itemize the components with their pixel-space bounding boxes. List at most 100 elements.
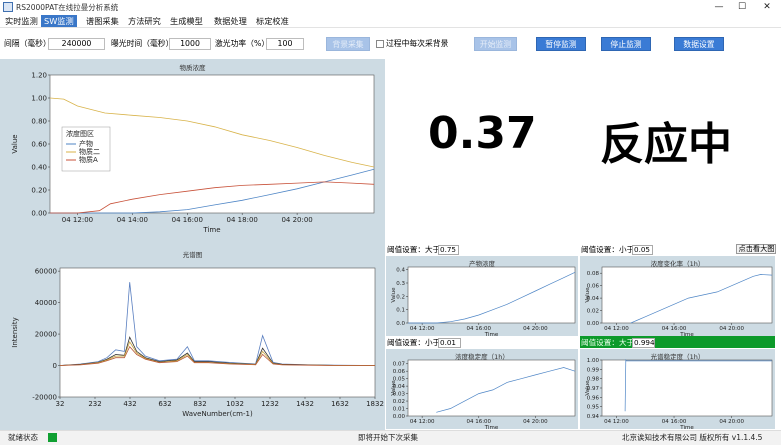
conc-rate-panel: 浓度变化率（1h） 0.00 0.02 0.04 0.06 0.08 04 12:00 04… <box>580 256 775 336</box>
conc-stability-y-tick-label: 0.06 <box>393 369 406 375</box>
conc-rate-x-tick-label: 04 12:00 <box>604 326 629 332</box>
conc-stability-y-tick-label: 0.07 <box>393 362 406 368</box>
conc-stability-panel: 浓度稳定度（1h） 0.00 0.01 0.02 0.03 0.04 0.05 0.06 0.… <box>386 349 578 429</box>
spectrum-stability-chart: 0.940.950.960.970.980.991.0004 12:00 04 1… <box>585 358 773 429</box>
concentration-legend-item: 物质二 <box>79 147 100 156</box>
conc-rate-chart: 0.000.020.040.060.0804 12:00 04 16:00 04 2… <box>585 266 773 336</box>
spectrum-x-tick-label: 32 <box>56 400 65 408</box>
concentration-x-tick-label: 04 14:00 <box>117 216 148 224</box>
spectrum-x-tick-label: 232 <box>88 400 101 408</box>
spectrum-x-tick-label: 1632 <box>331 400 349 408</box>
conc-stability-x-tick-label: 04 12:00 <box>410 419 435 425</box>
threshold-top-right-input[interactable]: 0.05 <box>632 245 653 255</box>
conc-rate-plot-area <box>601 266 773 324</box>
concentration-y-tick-label: 1.20 <box>31 72 47 80</box>
conc-rate-y-tick-label: 0.02 <box>587 309 599 315</box>
product-conc-x-axis-label: Time <box>484 332 499 336</box>
menu-bar: 实时监测 SW监测 谱图采集 方法研究 生成模型 数据处理 标定校准 <box>0 14 781 28</box>
pause-monitor-button[interactable]: 暂停监测 <box>536 37 586 51</box>
product-conc-y-tick-label: 0.3 <box>396 281 405 287</box>
background-each-time-checkbox[interactable] <box>376 40 384 48</box>
spectrum-y-tick-label: 60000 <box>35 268 57 276</box>
copyright-text: 北京诶知技术有限公司 版权所有 v1.1.4.5 <box>622 433 763 442</box>
concentration-y-tick-label: 0.00 <box>31 210 47 218</box>
stop-monitor-button[interactable]: 停止监测 <box>601 37 651 51</box>
menu-item-realtime[interactable]: 实时监测 <box>2 15 41 27</box>
concentration-y-tick-label: 0.60 <box>31 141 47 149</box>
concentration-y-tick-label: 1.00 <box>31 95 47 103</box>
spectrum-stability-plot-area <box>601 359 773 417</box>
spectrum-x-tick-label: 1832 <box>366 400 384 408</box>
laser-power-label: 激光功率（%） <box>215 39 270 48</box>
spectrum-x-tick-label: 1232 <box>261 400 279 408</box>
spectrum-stability-y-tick-label: 0.95 <box>587 405 600 411</box>
menu-item-data-processing[interactable]: 数据处理 <box>211 15 250 27</box>
reaction-state: 反应中 <box>600 119 732 170</box>
product-conc-y-tick-label: 0.0 <box>396 321 405 327</box>
product-conc-y-tick-label: 0.2 <box>396 294 405 300</box>
menu-item-sw-monitor[interactable]: SW监测 <box>41 15 77 27</box>
conc-rate-y-tick-label: 0.00 <box>587 321 600 327</box>
spectrum-x-tick-label: 832 <box>193 400 206 408</box>
concentration-y-tick-label: 0.40 <box>31 164 47 172</box>
product-conc-y-tick-label: 0.4 <box>396 268 405 274</box>
status-led <box>48 433 57 442</box>
spectrum-y-axis-label: Intensity <box>11 317 19 347</box>
laser-power-input[interactable]: 100 <box>266 38 304 50</box>
conc-stability-plot-area <box>407 359 576 417</box>
spectrum-y-tick-label: 40000 <box>35 299 57 307</box>
background-each-time-label: 过程中每次采背景 <box>386 39 449 48</box>
zoom-button[interactable]: 点击看大图 <box>736 244 776 254</box>
conc-stability-chart: 0.000.010.020.030.040.050.060.0704 12:00… <box>391 359 576 429</box>
close-icon[interactable]: ✕ <box>760 1 774 13</box>
status-message: 即将开始下次采集 <box>358 433 418 442</box>
maximize-icon[interactable]: ☐ <box>735 1 749 13</box>
menu-item-method-research[interactable]: 方法研究 <box>125 15 164 27</box>
concentration-legend-title: 浓度图区 <box>66 129 94 138</box>
concentration-chart: 0.00 0.20 0.40 0.60 0.80 1.00 1.20 04 12:00 04 1… <box>11 72 375 234</box>
data-settings-button[interactable]: 数据设置 <box>674 37 724 51</box>
spectrum-stability-y-tick-label: 1.00 <box>587 358 600 364</box>
exposure-label: 曝光时间（毫秒） <box>111 39 174 48</box>
menu-item-calibration[interactable]: 标定校准 <box>253 15 292 27</box>
concentration-x-tick-label: 04 12:00 <box>62 216 93 224</box>
spectrum-stability-y-tick-label: 0.94 <box>587 414 600 420</box>
concentration-x-axis-label: Time <box>202 226 220 234</box>
product-conc-plot-area <box>407 266 576 324</box>
concentration-y-tick-label: 0.80 <box>31 118 47 126</box>
conc-rate-x-tick-label: 04 20:00 <box>719 326 744 332</box>
minimize-icon[interactable]: — <box>712 1 726 13</box>
conc-stability-x-tick-label: 04 20:00 <box>523 419 548 425</box>
spectrum-stability-panel: 光谱稳定度（1h） 0.94 0.95 0.96 0.97 0.98 0.99 1.00 04… <box>580 349 775 429</box>
capture-background-button[interactable]: 背景采集 <box>326 37 370 51</box>
spectrum-x-axis-label: WaveNumber(cm-1) <box>182 410 253 418</box>
spectrum-x-tick-label: 1032 <box>226 400 244 408</box>
exposure-input[interactable]: 1000 <box>169 38 211 50</box>
threshold-bottom-left-label: 阈值设置：小于 <box>387 338 441 347</box>
spectrum-y-tick-label: 0 <box>53 362 57 370</box>
spectrum-y-tick-label: 20000 <box>35 331 57 339</box>
threshold-top-left-input[interactable]: 0.75 <box>438 245 459 255</box>
start-monitor-button[interactable]: 开始监测 <box>474 37 517 51</box>
interval-label: 间隔（毫秒） <box>4 39 51 48</box>
conc-stability-y-axis-label: Value <box>391 380 397 396</box>
menu-item-spectrum-capture[interactable]: 谱图采集 <box>83 15 122 27</box>
concentration-chart-panel: 物质浓度 0.00 0.20 0.40 0.60 0.80 1.00 1.20 04 12:0… <box>0 59 385 239</box>
threshold-top-right-label: 阈值设置：小于 <box>581 245 635 254</box>
threshold-top-left-label: 阈值设置：大于 <box>387 245 441 254</box>
threshold-bottom-right-input[interactable]: 0.994 <box>632 338 655 348</box>
app-icon <box>3 2 13 12</box>
menu-item-build-model[interactable]: 生成模型 <box>167 15 206 27</box>
product-conc-panel: 产物浓度 0.0 0.1 0.2 0.3 0.4 04 12:00 04 16:00 04 2… <box>386 256 578 336</box>
interval-input[interactable]: 240000 <box>48 38 105 50</box>
spectrum-chart: -20000 0 20000 40000 60000 32 232 432 632 832 1032… <box>11 268 384 418</box>
spectrum-stability-x-axis-label: Time <box>679 425 694 429</box>
conc-rate-y-tick-label: 0.08 <box>587 271 600 277</box>
threshold-bottom-left-input[interactable]: 0.01 <box>438 338 461 348</box>
product-conc-chart: 0.00.10.20.30.404 12:00 04 16:00 04 20:00T… <box>391 266 576 336</box>
concentration-y-tick-label: 0.20 <box>31 187 47 195</box>
status-bar: 就绪状态 即将开始下次采集 北京诶知技术有限公司 版权所有 v1.1.4.5 <box>0 430 781 445</box>
spectrum-y-tick-label: -20000 <box>32 394 57 402</box>
concentration-x-tick-label: 04 20:00 <box>281 216 312 224</box>
spectrum-stability-y-tick-label: 0.99 <box>587 367 600 373</box>
